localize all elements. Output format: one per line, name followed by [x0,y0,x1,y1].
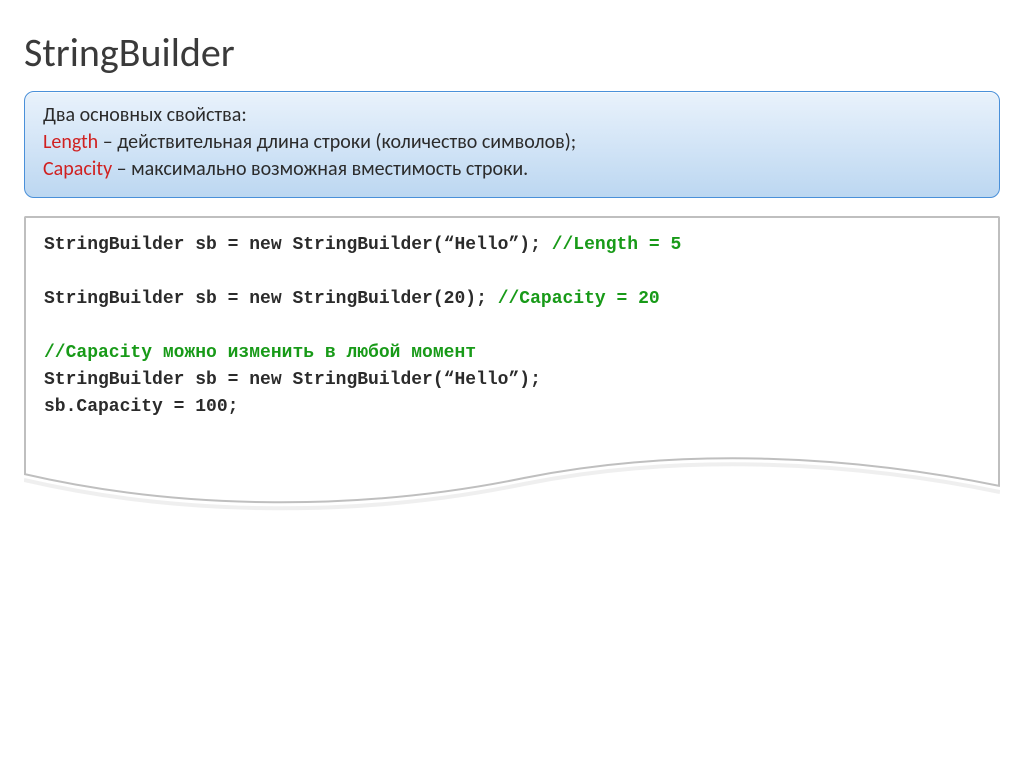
code-line-1: StringBuilder sb = new StringBuilder(“He… [44,235,552,255]
code-line-6: StringBuilder sb = new StringBuilder(“He… [44,370,541,390]
info-length-line: Length – действительная длина строки (ко… [43,129,981,156]
page-title: StringBuilder [24,28,1000,77]
info-capacity-keyword: Capacity [43,157,112,181]
info-length-keyword: Length [43,130,98,154]
wave-divider [24,456,1000,516]
info-length-desc: – действительная длина строки (количеств… [98,130,576,154]
code-line-7: sb.Capacity = 100; [44,397,238,417]
info-panel: Два основных свойства: Length – действит… [24,91,1000,198]
info-intro: Два основных свойства: [43,102,981,129]
info-capacity-desc: – максимально возможная вместимость стро… [112,157,528,181]
code-panel: StringBuilder sb = new StringBuilder(“He… [24,216,1000,456]
code-comment-1: //Length = 5 [552,235,682,255]
code-comment-3: //Capacity = 20 [498,289,660,309]
code-comment-5: //Capacity можно изменить в любой момент [44,343,476,363]
code-line-3: StringBuilder sb = new StringBuilder(20)… [44,289,498,309]
info-capacity-line: Capacity – максимально возможная вместим… [43,156,981,183]
code-panel-wrap: StringBuilder sb = new StringBuilder(“He… [24,216,1000,516]
